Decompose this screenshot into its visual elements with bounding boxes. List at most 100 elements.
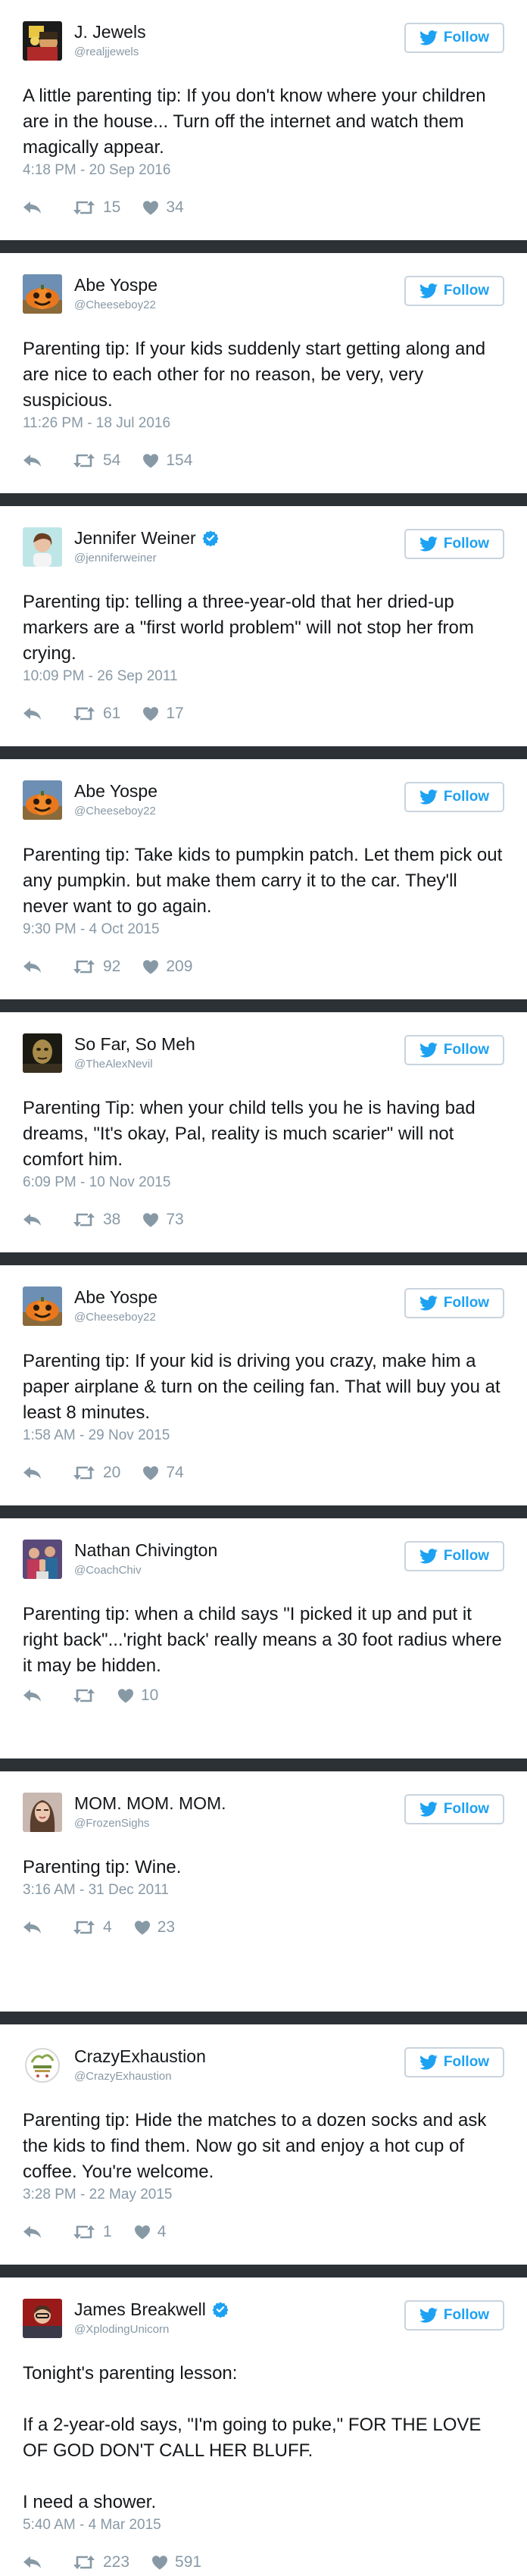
tweet-paragraph: Parenting Tip: when your child tells you…	[23, 1098, 476, 1170]
retweet-button[interactable]: 38	[73, 1211, 120, 1229]
user-handle[interactable]: @jenniferweiner	[74, 552, 157, 565]
timestamp[interactable]: 9:30 PM - 4 Oct 2015	[23, 921, 160, 938]
timestamp[interactable]: 3:28 PM - 22 May 2015	[23, 2187, 173, 2203]
avatar-pumpkin[interactable]	[23, 1286, 62, 1326]
retweet-button[interactable]: 15	[73, 199, 120, 217]
display-name[interactable]: James Breakwell	[74, 2299, 206, 2320]
reply-button[interactable]	[23, 959, 73, 974]
reply-button[interactable]	[23, 706, 73, 721]
reply-button[interactable]	[23, 453, 73, 468]
avatar-nathan[interactable]	[23, 1540, 62, 1579]
follow-button[interactable]: Follow	[404, 1288, 504, 1318]
timestamp[interactable]: 4:18 PM - 20 Sep 2016	[23, 162, 170, 179]
display-name[interactable]: So Far, So Meh	[74, 1033, 195, 1055]
follow-button[interactable]: Follow	[404, 2300, 504, 2331]
like-button[interactable]: 154	[143, 452, 192, 470]
like-count: 4	[157, 2223, 167, 2240]
user-handle[interactable]: @realjjewels	[74, 45, 139, 59]
avatar-jjewels[interactable]	[23, 21, 62, 61]
display-name[interactable]: Abe Yospe	[74, 1286, 157, 1308]
heart-icon	[118, 1688, 133, 1702]
timestamp[interactable]: 6:09 PM - 10 Nov 2015	[23, 1174, 170, 1191]
display-name[interactable]: J. Jewels	[74, 21, 146, 42]
user-handle[interactable]: @FrozenSighs	[74, 1817, 149, 1830]
like-button[interactable]: 34	[143, 199, 184, 217]
follow-button[interactable]: Follow	[404, 1541, 504, 1571]
user-handle[interactable]: @TheAlexNevil	[74, 1058, 153, 1071]
tweet-separator	[0, 746, 527, 759]
like-button[interactable]: 591	[152, 2553, 201, 2571]
display-name[interactable]: Abe Yospe	[74, 274, 157, 295]
follow-button[interactable]: Follow	[404, 1035, 504, 1065]
display-name[interactable]: Nathan Chivington	[74, 1540, 217, 1561]
retweet-button[interactable]: 4	[73, 1918, 112, 1937]
retweet-button[interactable]: 61	[73, 705, 120, 723]
tweet-card-10: " James Breakwell @XplodingUnicorn Follo…	[0, 2277, 527, 2576]
retweet-button[interactable]: 1	[73, 2223, 112, 2241]
retweet-button[interactable]: 223	[73, 2553, 129, 2571]
user-handle[interactable]: @CoachChiv	[74, 1564, 142, 1577]
follow-button[interactable]: Follow	[404, 529, 504, 559]
reply-button[interactable]	[23, 200, 73, 215]
reply-button[interactable]	[23, 1212, 73, 1227]
timestamp[interactable]: 11:26 PM - 18 Jul 2016	[23, 415, 170, 432]
reply-icon	[23, 961, 41, 973]
like-button[interactable]: 209	[143, 958, 192, 976]
timestamp[interactable]: 10:09 PM - 26 Sep 2011	[23, 668, 178, 685]
reply-button[interactable]	[23, 2224, 73, 2240]
like-button[interactable]: 10	[118, 1687, 158, 1705]
tweet-paragraph: Parenting tip: Take kids to pumpkin patc…	[23, 845, 503, 917]
timestamp[interactable]: 1:58 AM - 29 Nov 2015	[23, 1427, 170, 1444]
avatar-james[interactable]: "	[23, 2299, 62, 2338]
user-handle[interactable]: @Cheeseboy22	[74, 805, 156, 818]
follow-button[interactable]: Follow	[404, 1794, 504, 1824]
follow-button[interactable]: Follow	[404, 23, 504, 53]
tweet-card-2: Abe Yospe @Cheeseboy22 Follow Parenting …	[0, 253, 527, 493]
avatar-pumpkin[interactable]	[23, 274, 62, 314]
retweet-icon	[73, 1689, 95, 1702]
like-button[interactable]: 17	[143, 705, 184, 723]
retweet-button[interactable]	[73, 1687, 95, 1704]
avatar-sofar[interactable]	[23, 1033, 62, 1073]
avatar-crazy[interactable]	[23, 2046, 62, 2085]
timestamp[interactable]: 5:40 AM - 4 Mar 2015	[23, 2517, 161, 2534]
heart-icon	[143, 200, 159, 214]
follow-button[interactable]: Follow	[404, 276, 504, 306]
display-name[interactable]: MOM. MOM. MOM.	[74, 1793, 226, 1814]
avatar-mom[interactable]	[23, 1793, 62, 1832]
display-name[interactable]: Jennifer Weiner	[74, 527, 196, 549]
retweet-button[interactable]: 92	[73, 958, 120, 976]
like-button[interactable]: 23	[134, 1918, 175, 1937]
timestamp[interactable]: 3:16 AM - 31 Dec 2011	[23, 1882, 169, 1899]
avatar-jennifer[interactable]	[23, 527, 62, 567]
retweet-button[interactable]: 20	[73, 1464, 120, 1482]
user-handle[interactable]: @Cheeseboy22	[74, 299, 156, 312]
display-name[interactable]: CrazyExhaustion	[74, 2046, 206, 2067]
retweet-count: 20	[103, 1464, 121, 1481]
verified-badge-icon	[212, 2302, 229, 2318]
reply-icon	[23, 2556, 41, 2568]
reply-button[interactable]	[23, 1920, 73, 1935]
user-handle[interactable]: @CrazyExhaustion	[74, 2070, 172, 2084]
tweet-paragraph: Parenting tip: Wine.	[23, 1857, 182, 1877]
tweet-separator	[0, 240, 527, 253]
like-button[interactable]: 74	[143, 1464, 184, 1482]
reply-button[interactable]	[23, 2555, 73, 2570]
user-handle[interactable]: @Cheeseboy22	[74, 1311, 156, 1324]
display-name[interactable]: Abe Yospe	[74, 780, 157, 802]
reply-button[interactable]	[23, 1465, 73, 1480]
reply-button[interactable]	[23, 1688, 73, 1703]
twitter-bird-icon	[419, 1296, 438, 1311]
like-button[interactable]: 73	[143, 1211, 184, 1229]
user-handle[interactable]: @XplodingUnicorn	[74, 2323, 169, 2337]
like-count: 591	[175, 2553, 202, 2571]
like-button[interactable]: 4	[134, 2223, 167, 2241]
retweet-count: 15	[103, 199, 121, 216]
follow-button[interactable]: Follow	[404, 2047, 504, 2077]
follow-button[interactable]: Follow	[404, 782, 504, 812]
reply-icon	[23, 1214, 41, 1226]
follow-label: Follow	[443, 1042, 490, 1058]
avatar-pumpkin[interactable]	[23, 780, 62, 820]
retweet-button[interactable]: 54	[73, 452, 120, 470]
tweet-actions: 20 74	[23, 1464, 184, 1482]
